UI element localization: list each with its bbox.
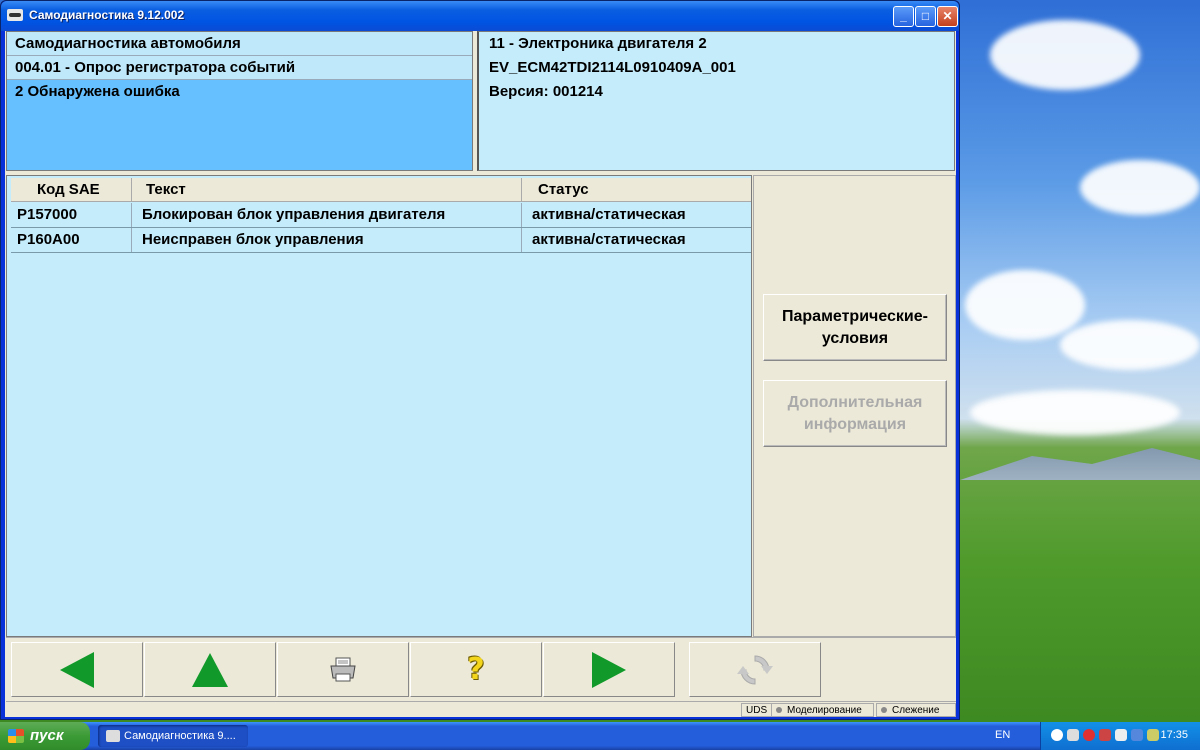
fault-code: P157000 [11,203,132,227]
button-label-line1: Параметрические- [782,307,928,325]
title-bar[interactable]: Самодиагностика 9.12.002 _ □ ✕ [1,1,959,31]
tray-arrow-icon[interactable] [1051,729,1063,741]
button-label-line2: условия [821,329,889,347]
language-indicator[interactable]: EN [995,729,1010,741]
parametric-conditions-button[interactable]: Параметрические-условия [763,294,947,361]
header-left-panel: Самодиагностика автомобиля 004.01 - Опро… [6,31,473,171]
column-header-code[interactable]: Код SAE [11,178,132,202]
tray-antivirus-icon[interactable] [1083,729,1095,741]
button-label-line1: Дополнительная [787,393,923,411]
windows-logo-icon [8,729,24,743]
simulation-indicator: Моделирование [771,703,874,717]
arrow-right-icon [592,651,626,688]
arrow-left-icon [60,651,94,688]
start-button[interactable]: пуск [0,722,90,750]
help-icon: ? [467,652,485,687]
status-dot-icon [881,707,887,714]
window-title: Самодиагностика 9.12.002 [29,8,185,22]
table-row[interactable]: P160A00 Неисправен блок управления актив… [11,228,751,253]
column-header-text[interactable]: Текст [132,178,522,202]
ecu-name: 11 - Электроника двигателя 2 [489,35,707,52]
car-app-icon [106,730,120,742]
table-row[interactable]: P157000 Блокирован блок управления двига… [11,203,751,228]
column-header-status[interactable]: Статус [522,178,751,202]
fault-text: Неисправен блок управления [132,228,522,252]
print-icon [330,657,356,681]
close-button[interactable]: ✕ [937,6,958,27]
header-function[interactable]: Самодиагностика автомобиля [7,32,472,56]
button-label-line2: информация [803,415,907,433]
header-right-panel: 11 - Электроника двигателя 2 EV_ECM42TDI… [477,31,955,171]
arrow-up-icon [192,652,228,687]
forward-button[interactable] [543,642,675,697]
protocol-indicator: UDS [741,703,773,717]
taskbar: пуск Самодиагностика 9.... EN 17:35 [0,722,1200,750]
app-window: Самодиагностика 9.12.002 _ □ ✕ Самодиагн… [0,0,960,720]
tray-network-icon[interactable] [1115,729,1127,741]
header-error-count[interactable]: 2 Обнаружена ошибка [7,80,472,104]
help-button[interactable]: ? [410,642,542,697]
status-bar: UDS Моделирование Слежение [6,701,956,717]
tray-volume-icon[interactable] [1147,729,1159,741]
side-panel: Параметрические-условия Дополнительная ин… [753,175,956,637]
additional-info-button[interactable]: Дополнительная информация [763,380,947,447]
app-client-area: Самодиагностика автомобиля 004.01 - Опро… [5,31,956,717]
system-tray: 17:35 [1040,722,1200,750]
back-button[interactable] [11,642,143,697]
ecu-software: EV_ECM42TDI2114L0910409A_001 [489,59,736,76]
car-app-icon [7,9,23,21]
fault-status: активна/статическая [532,206,686,223]
status-dot-icon [776,707,782,714]
refresh-icon [737,654,773,685]
up-button[interactable] [144,642,276,697]
fault-text: Блокирован блок управления двигателя [132,203,522,227]
fault-code: P160A00 [11,228,132,252]
taskbar-app-item[interactable]: Самодиагностика 9.... [98,725,248,747]
fault-status: активна/статическая [532,231,686,248]
table-header: Код SAE Текст Статус [11,178,751,202]
fault-table: Код SAE Текст Статус P157000 Блокирован … [6,175,752,637]
tray-security-icon[interactable] [1099,729,1111,741]
header-subfunction[interactable]: 004.01 - Опрос регистратора событий [7,56,472,80]
tracking-indicator: Слежение [876,703,956,717]
ecu-version: Версия: 001214 [489,83,603,100]
print-button[interactable] [277,642,409,697]
minimize-button[interactable]: _ [893,6,914,27]
maximize-button[interactable]: □ [915,6,936,27]
tray-battery-icon[interactable] [1131,729,1143,741]
clock[interactable]: 17:35 [1160,729,1188,741]
refresh-button[interactable] [689,642,821,697]
tray-app-icon[interactable] [1067,729,1079,741]
navigation-bar: ? [6,637,956,701]
